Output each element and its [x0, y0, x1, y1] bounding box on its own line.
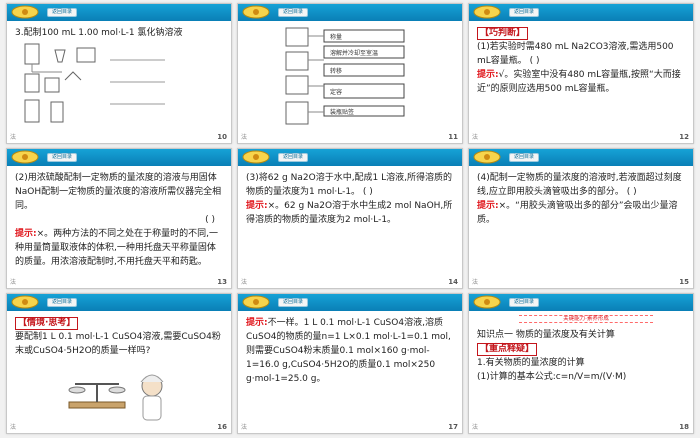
hint-text: √。实验室中没有480 mL容量瓶,按照“大而接近”的原则应选用500 mL容量… [477, 70, 681, 94]
hint-label: 提示: [246, 201, 268, 211]
slide-corner-mark: 法 [10, 279, 17, 286]
slide-thumbnail-13[interactable]: 返回目录 (2)用浓硫酸配制一定物质的量浓度的溶液与用固体NaOH配制一定物质的… [6, 148, 232, 289]
back-to-contents-button[interactable]: 返回目录 [47, 153, 77, 162]
hint-text: 不一样。1 L 0.1 mol·L-1 CuSO4溶液,溶质CuSO4的物质的量… [246, 318, 451, 384]
formula-line: (1)计算的基本公式:c=n/V=m/(V·M) [477, 372, 627, 382]
page-number: 14 [448, 278, 458, 286]
page-number: 10 [217, 133, 227, 141]
logo-icon [242, 150, 270, 164]
answer-parenthesis: ( ) [205, 215, 215, 225]
section-tag: 【重点释疑】 [477, 343, 538, 356]
section-tag: 【情境·思考】 [15, 317, 79, 330]
hint-text: ×。两种方法的不同之处在于称量时的不同,一种用量筒量取液体的体积,一种用托盘天平… [15, 229, 219, 267]
back-to-contents-button[interactable]: 返回目录 [47, 8, 77, 17]
slide-corner-mark: 法 [472, 424, 479, 431]
step-label: 装瓶贴签 [330, 108, 354, 116]
step-label: 定容 [330, 88, 342, 96]
back-to-contents-button[interactable]: 返回目录 [278, 153, 308, 162]
slide-title: 3.配制100 mL 1.00 mol·L-1 氯化钠溶液 [15, 28, 183, 38]
slide-corner-mark: 法 [241, 134, 248, 141]
logo-icon [473, 150, 501, 164]
slide-thumbnail-14[interactable]: 返回目录 (3)将62 g Na2O溶于水中,配成1 L溶液,所得溶质的物质的量… [237, 148, 463, 289]
logo-icon [473, 5, 501, 19]
logo-icon [11, 150, 39, 164]
slide-corner-mark: 法 [241, 424, 248, 431]
slide-header-bar [238, 294, 462, 311]
hint-label: 提示: [477, 201, 499, 211]
question-text: (4)配制一定物质的量浓度的溶液时,若液面超过刻度线,应立即用胶头滴管吸出多的部… [477, 173, 682, 197]
slide-thumbnail-11[interactable]: 返回目录 称量 溶解并冷却至室温 转移 定容 装瓶贴签 法 11 [237, 3, 463, 144]
logo-icon [11, 295, 39, 309]
slide-corner-mark: 法 [10, 134, 17, 141]
slide-header-bar [469, 4, 693, 21]
back-to-contents-button[interactable]: 返回目录 [509, 8, 539, 17]
slide-header-bar [469, 294, 693, 311]
slide-corner-mark: 法 [10, 424, 17, 431]
logo-icon [473, 295, 501, 309]
question-text: (3)将62 g Na2O溶于水中,配成1 L溶液,所得溶质的物质的量浓度为1 … [246, 173, 453, 197]
slide-header-bar [238, 4, 462, 21]
step-label: 称量 [330, 33, 342, 41]
slide-thumbnail-10[interactable]: 返回目录 3.配制100 mL 1.00 mol·L-1 氯化钠溶液 法 10 [6, 3, 232, 144]
slide-thumbnail-16[interactable]: 返回目录 【情境·思考】 要配制1 L 0.1 mol·L-1 CuSO4溶液,… [6, 293, 232, 434]
hint-text: ×。62 g Na2O溶于水中生成2 mol NaOH,所得溶质的物质的量浓度为… [246, 201, 453, 225]
hint-label: 提示: [246, 318, 268, 328]
slide-thumbnail-12[interactable]: 返回目录 【巧判断】 (1)若实验时需480 mL Na2CO3溶液,需选用50… [468, 3, 694, 144]
page-number: 12 [679, 133, 689, 141]
step-label: 转移 [330, 67, 342, 75]
procedure-diagram [24, 43, 165, 123]
scientist-illustration [68, 374, 164, 421]
slide-corner-mark: 法 [472, 134, 479, 141]
page-number: 15 [679, 278, 689, 286]
logo-icon [242, 295, 270, 309]
slide-header-bar [469, 149, 693, 166]
knowledge-point-title: 知识点一 物质的量浓度及有关计算 [477, 330, 615, 340]
question-text: (1)若实验时需480 mL Na2CO3溶液,需选用500 mL容量瓶。 ( … [477, 42, 674, 66]
hint-label: 提示: [477, 70, 499, 80]
logo-icon [242, 5, 270, 19]
page-number: 18 [679, 423, 689, 431]
body-line: 1.有关物质的量浓度的计算 [477, 358, 585, 368]
step-label: 溶解并冷却至室温 [330, 49, 378, 57]
page-number: 11 [448, 133, 458, 141]
procedure-flow-diagram: 称量 溶解并冷却至室温 转移 定容 装瓶贴签 [285, 27, 405, 125]
slide-grid: 返回目录 3.配制100 mL 1.00 mol·L-1 氯化钠溶液 法 10 [0, 0, 700, 438]
hint-text: ×。“用胶头滴管吸出多的部分”会吸出少量溶质。 [477, 201, 678, 225]
slide-thumbnail-17[interactable]: 返回目录 提示:不一样。1 L 0.1 mol·L-1 CuSO4溶液,溶质Cu… [237, 293, 463, 434]
slide-thumbnail-18[interactable]: 返回目录 关键能力·素养形成 知识点一 物质的量浓度及有关计算 【重点释疑】 1… [468, 293, 694, 434]
question-text: (2)用浓硫酸配制一定物质的量浓度的溶液与用固体NaOH配制一定物质的量浓度的溶… [15, 173, 222, 211]
slide-corner-mark: 法 [241, 279, 248, 286]
hint-label: 提示: [15, 229, 37, 239]
question-text: 要配制1 L 0.1 mol·L-1 CuSO4溶液,需要CuSO4粉末或CuS… [15, 332, 221, 356]
back-to-contents-button[interactable]: 返回目录 [278, 8, 308, 17]
section-band: 关键能力·素养形成 [519, 315, 653, 323]
back-to-contents-button[interactable]: 返回目录 [47, 298, 77, 307]
logo-icon [11, 5, 39, 19]
back-to-contents-button[interactable]: 返回目录 [509, 153, 539, 162]
slide-header-bar [7, 149, 231, 166]
page-number: 17 [448, 423, 458, 431]
back-to-contents-button[interactable]: 返回目录 [278, 298, 308, 307]
back-to-contents-button[interactable]: 返回目录 [509, 298, 539, 307]
slide-header-bar [7, 4, 231, 21]
slide-thumbnail-15[interactable]: 返回目录 (4)配制一定物质的量浓度的溶液时,若液面超过刻度线,应立即用胶头滴管… [468, 148, 694, 289]
slide-header-bar [7, 294, 231, 311]
page-number: 16 [217, 423, 227, 431]
slide-corner-mark: 法 [472, 279, 479, 286]
section-tag: 【巧判断】 [477, 27, 529, 40]
page-number: 13 [217, 278, 227, 286]
slide-header-bar [238, 149, 462, 166]
